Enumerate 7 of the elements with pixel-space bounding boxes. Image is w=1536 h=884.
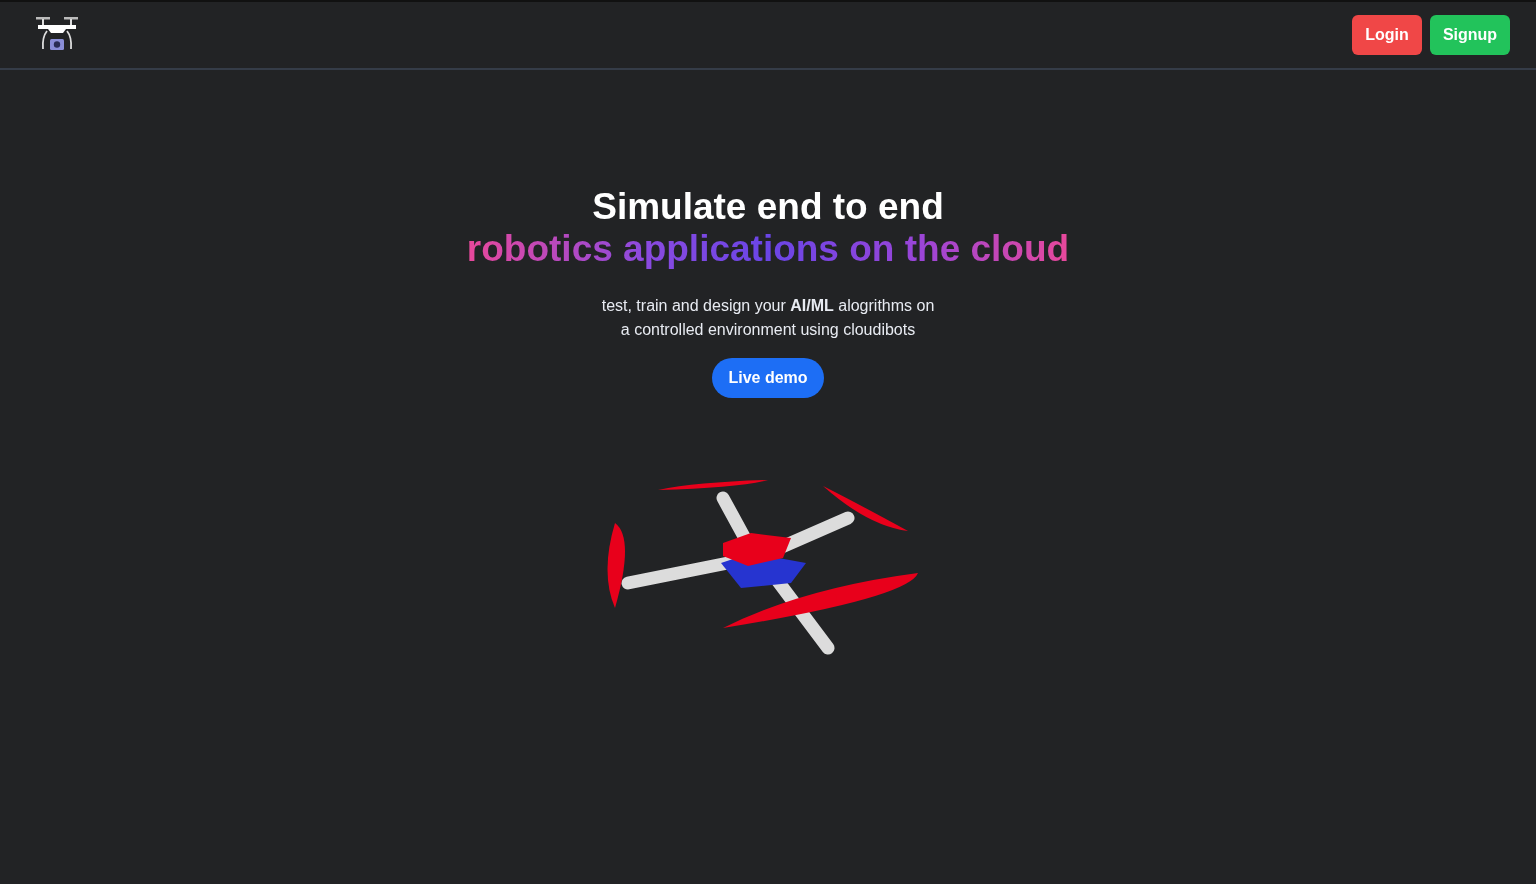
live-demo-button[interactable]: Live demo [712, 358, 824, 398]
signup-button[interactable]: Signup [1430, 15, 1510, 55]
subtitle-text: a controlled environment using cloudibots [619, 320, 917, 340]
login-button[interactable]: Login [1352, 15, 1422, 55]
drone-camera-icon [34, 17, 80, 53]
subtitle-text: test, train and design your AI/ML alogrithms on [601, 296, 935, 316]
hero-title: Simulate end to end [592, 186, 944, 228]
